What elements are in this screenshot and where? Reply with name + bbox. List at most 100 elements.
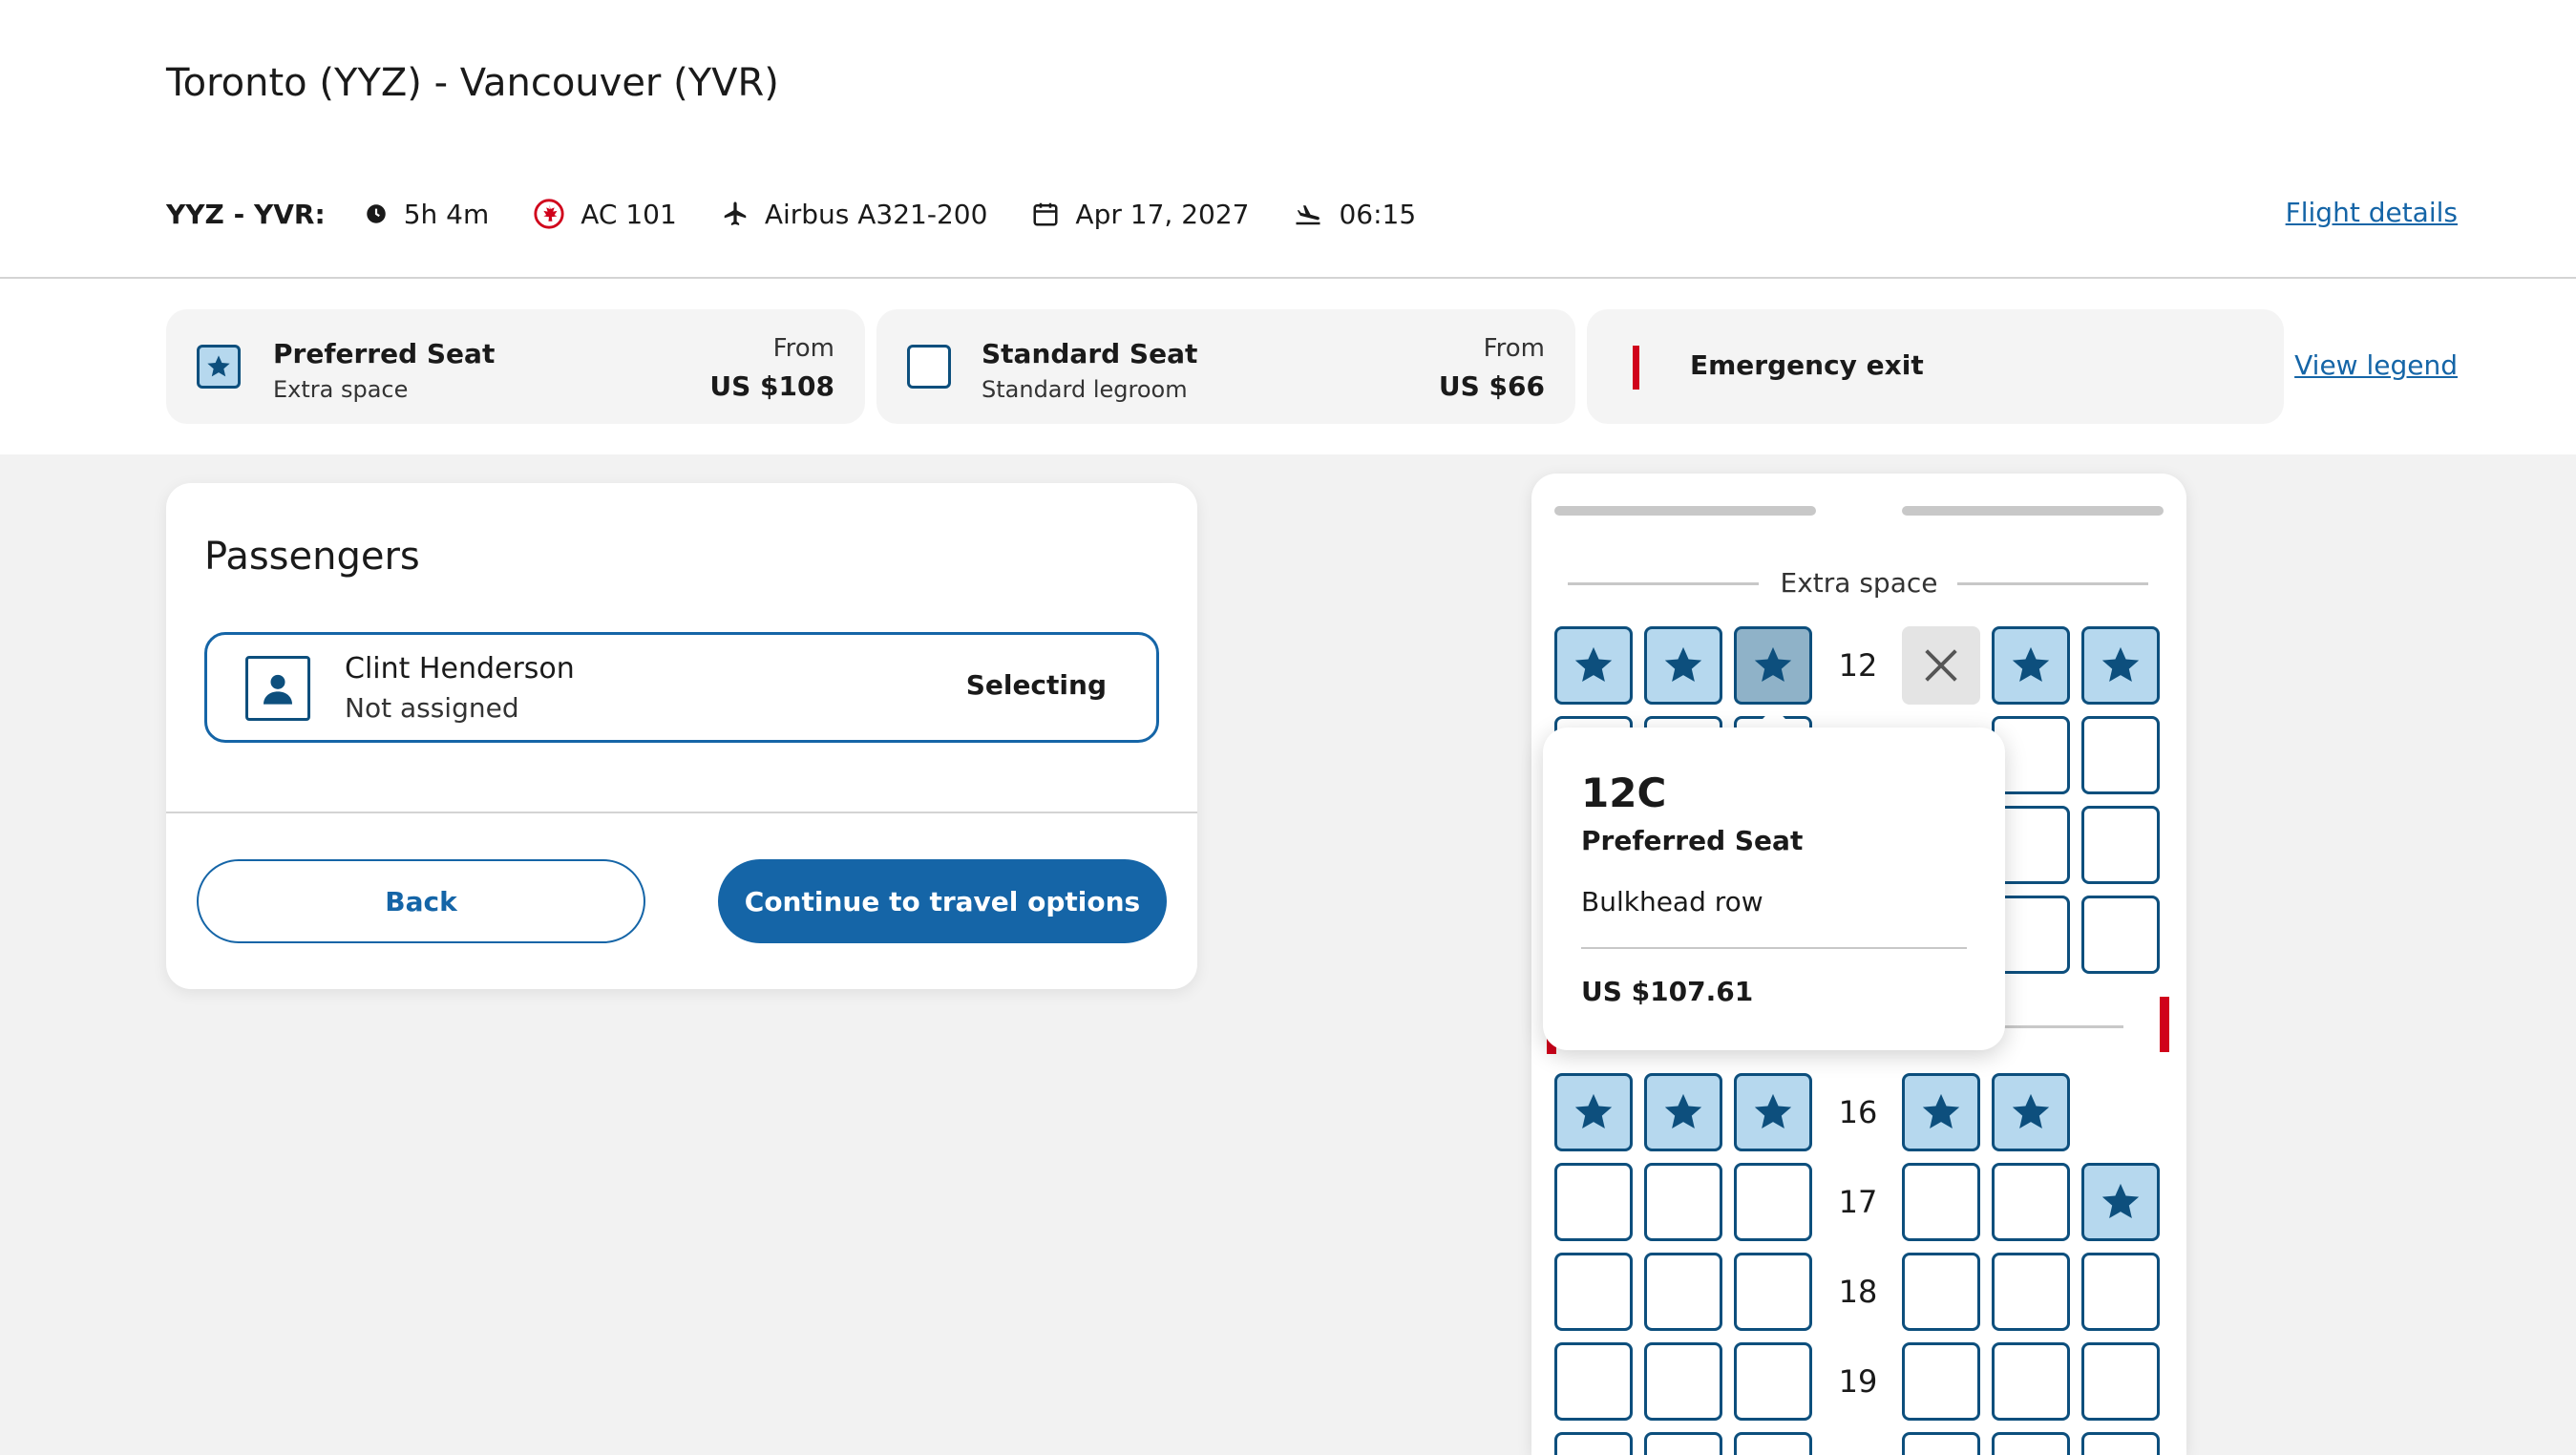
seat-17C[interactable]: [1734, 1163, 1812, 1241]
seat-19D[interactable]: [1902, 1342, 1980, 1421]
seat-20C[interactable]: [1734, 1432, 1812, 1455]
departure-item: 06:15: [1293, 199, 1416, 230]
seat-19C[interactable]: [1734, 1342, 1812, 1421]
passenger-seat-status: Not assigned: [345, 692, 519, 724]
seat-18A[interactable]: [1554, 1253, 1633, 1331]
emergency-exit-icon: [1633, 346, 1639, 390]
seat-tooltip: 12C Preferred Seat Bulkhead row US $107.…: [1543, 728, 2005, 1050]
seat-12A[interactable]: [1554, 626, 1633, 705]
aircraft-item: Airbus A321-200: [721, 198, 988, 230]
departure-time: 06:15: [1339, 198, 1417, 230]
star-icon: [1664, 1093, 1702, 1129]
flight-duration: 5h 4m: [403, 198, 490, 230]
legend-standard-seat: Standard Seat Standard legroom From US $…: [876, 309, 1575, 424]
seat-19B[interactable]: [1644, 1342, 1722, 1421]
emergency-exit-right: [2160, 997, 2169, 1052]
seat-20A[interactable]: [1554, 1432, 1633, 1455]
star-icon: [2101, 1183, 2140, 1219]
seat-20E[interactable]: [1992, 1432, 2070, 1455]
star-icon: [1754, 646, 1792, 683]
legend-emergency-exit: Emergency exit: [1587, 309, 2284, 424]
legend-standard-price: US $66: [1438, 370, 1545, 402]
passenger-name: Clint Henderson: [345, 652, 575, 685]
row-number: 19: [1838, 1363, 1878, 1400]
row-number: 17: [1838, 1184, 1878, 1220]
legend-preferred-price: US $108: [709, 370, 834, 402]
tooltip-divider: [1581, 947, 1967, 949]
seat-19A[interactable]: [1554, 1342, 1633, 1421]
passengers-heading: Passengers: [204, 535, 420, 579]
tooltip-seat-note: Bulkhead row: [1581, 886, 1763, 917]
date-item: Apr 17, 2027: [1031, 199, 1249, 230]
passenger-selecting-label: Selecting: [965, 669, 1107, 701]
cabin-label: Extra space: [1780, 567, 1938, 599]
seat-17B[interactable]: [1644, 1163, 1722, 1241]
view-legend-link[interactable]: View legend: [2294, 349, 2458, 381]
star-icon: [1922, 1093, 1960, 1129]
star-icon: [1664, 646, 1702, 683]
seat-14F[interactable]: [2081, 806, 2160, 884]
seat-12B[interactable]: [1644, 626, 1722, 705]
legend-preferred-from: From: [772, 334, 834, 363]
route-code: YYZ - YVR:: [166, 198, 326, 230]
seat-12C[interactable]: [1734, 626, 1812, 705]
preferred-seat-icon: [197, 345, 241, 389]
row-number: 18: [1838, 1274, 1878, 1310]
departure-icon: [1296, 205, 1320, 225]
aircraft-type: Airbus A321-200: [764, 198, 988, 230]
passenger-item[interactable]: Clint Henderson Not assigned Selecting: [204, 632, 1159, 743]
seat-17F[interactable]: [2081, 1163, 2160, 1241]
seat-19F[interactable]: [2081, 1342, 2160, 1421]
clock-icon: [366, 204, 386, 223]
seat-18D[interactable]: [1902, 1253, 1980, 1331]
passengers-card: Passengers Clint Henderson Not assigned …: [166, 483, 1197, 989]
seat-15F[interactable]: [2081, 896, 2160, 974]
close-icon: [1925, 649, 1957, 682]
star-icon: [1754, 1093, 1792, 1129]
airline-logo-icon: [534, 199, 564, 229]
seat-16B[interactable]: [1644, 1073, 1722, 1151]
seat-16E[interactable]: [1992, 1073, 2070, 1151]
legend-standard-from: From: [1483, 334, 1545, 363]
flight-date: Apr 17, 2027: [1075, 198, 1250, 230]
seat-18B[interactable]: [1644, 1253, 1722, 1331]
flight-info-row: YYZ - YVR: 5h 4m AC 101 Airbus A321-200 …: [166, 195, 1460, 233]
seat-12E[interactable]: [1992, 626, 2070, 705]
star-icon: [207, 355, 230, 377]
legend-preferred-subtitle: Extra space: [273, 376, 409, 403]
seat-19E[interactable]: [1992, 1342, 2070, 1421]
tooltip-seat-price: US $107.61: [1581, 976, 1754, 1007]
plane-icon: [724, 201, 747, 225]
duration-item: 5h 4m: [364, 198, 490, 230]
overhead-bin-left: [1554, 506, 1816, 516]
seat-12F[interactable]: [2081, 626, 2160, 705]
seat-18E[interactable]: [1992, 1253, 2070, 1331]
star-icon: [2101, 646, 2140, 683]
seat-20B[interactable]: [1644, 1432, 1722, 1455]
flight-details-link[interactable]: Flight details: [2286, 197, 2458, 228]
seat-16D[interactable]: [1902, 1073, 1980, 1151]
seat-12D-unavailable: [1902, 626, 1980, 705]
row-number: 12: [1838, 647, 1878, 684]
star-icon: [2012, 646, 2050, 683]
seat-13F[interactable]: [2081, 716, 2160, 794]
tooltip-arrow: [1753, 706, 1795, 729]
star-icon: [1574, 646, 1613, 683]
seat-18F[interactable]: [2081, 1253, 2160, 1331]
seat-17A[interactable]: [1554, 1163, 1633, 1241]
legend-preferred-seat: Preferred Seat Extra space From US $108: [166, 309, 865, 424]
passengers-divider: [166, 812, 1197, 813]
seat-16C[interactable]: [1734, 1073, 1812, 1151]
legend-standard-title: Standard Seat: [982, 338, 1198, 369]
seat-18C[interactable]: [1734, 1253, 1812, 1331]
seat-17D[interactable]: [1902, 1163, 1980, 1241]
legend-standard-subtitle: Standard legroom: [982, 376, 1188, 403]
calendar-icon: [1033, 202, 1058, 226]
continue-button[interactable]: Continue to travel options: [718, 859, 1167, 943]
back-button[interactable]: Back: [197, 859, 645, 943]
tooltip-seat-number: 12C: [1581, 770, 1667, 816]
seat-16A[interactable]: [1554, 1073, 1633, 1151]
seat-17E[interactable]: [1992, 1163, 2070, 1241]
seat-20D[interactable]: [1902, 1432, 1980, 1455]
seat-20F[interactable]: [2081, 1432, 2160, 1455]
